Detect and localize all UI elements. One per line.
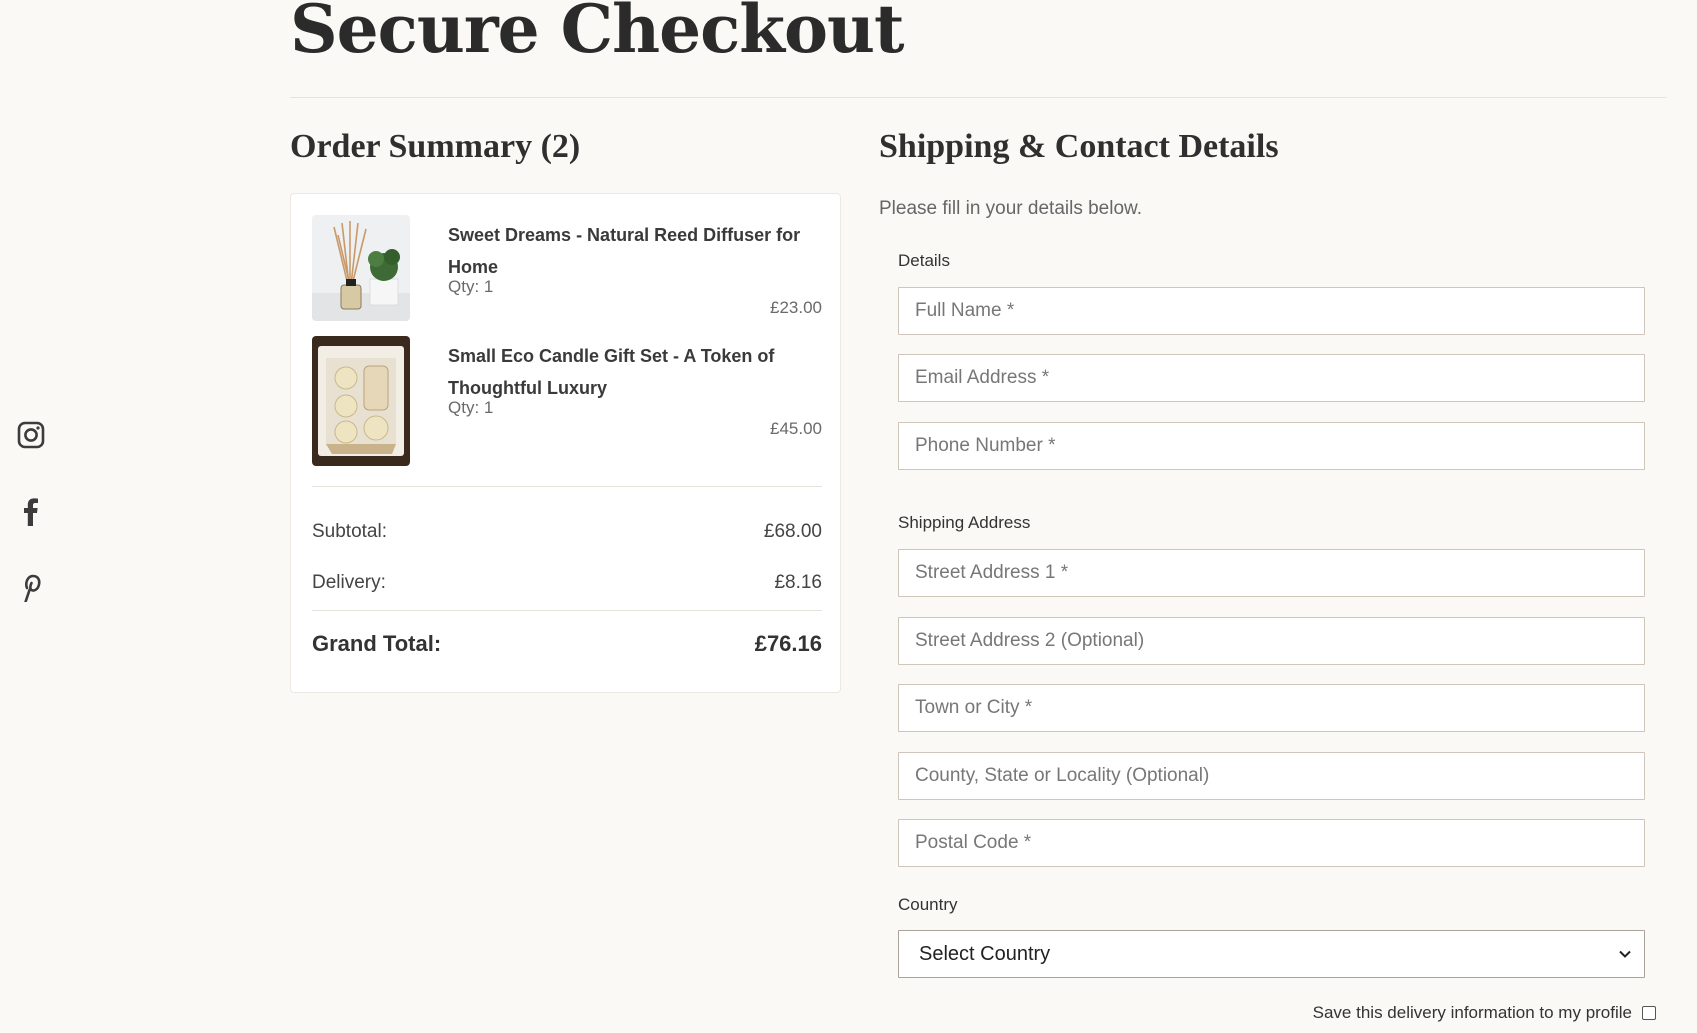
social-bar xyxy=(14,420,48,602)
summary-divider xyxy=(312,610,822,611)
grand-total-label: Grand Total: xyxy=(312,631,442,656)
cart-item: Sweet Dreams - Natural Reed Diffuser for… xyxy=(312,215,822,325)
grand-total-value: £76.16 xyxy=(754,631,822,656)
shipping-instructions: Please fill in your details below. xyxy=(879,198,1142,219)
item-price: £23.00 xyxy=(770,298,822,317)
subtotal-label: Subtotal: xyxy=(312,521,387,542)
email-input[interactable] xyxy=(898,354,1645,402)
country-label: Country xyxy=(898,895,958,914)
item-qty: Qty: 1 xyxy=(448,277,494,296)
street-address-1-input[interactable] xyxy=(898,549,1645,597)
chevron-down-icon xyxy=(1619,950,1631,958)
reed-diffuser-image xyxy=(312,215,410,321)
country-select-value: Select Country xyxy=(919,942,1051,965)
subtotal-value: £68.00 xyxy=(763,521,822,542)
save-delivery-label: Save this delivery information to my pro… xyxy=(1312,1003,1632,1022)
postal-code-input[interactable] xyxy=(898,819,1645,867)
country-select[interactable]: Select Country xyxy=(898,930,1645,978)
shipping-title: Shipping & Contact Details xyxy=(879,128,1279,165)
street-address-2-input[interactable] xyxy=(898,617,1645,665)
full-name-input[interactable] xyxy=(898,287,1645,335)
facebook-icon[interactable] xyxy=(14,496,48,526)
title-divider xyxy=(290,97,1666,98)
details-label: Details xyxy=(898,251,950,270)
save-delivery-checkbox[interactable] xyxy=(1642,1006,1656,1020)
item-name[interactable]: Sweet Dreams - Natural Reed Diffuser for… xyxy=(448,219,818,283)
item-price: £45.00 xyxy=(770,419,822,438)
subtotal-row: Subtotal: £68.00 xyxy=(312,521,822,543)
delivery-label: Delivery: xyxy=(312,572,386,593)
town-city-input[interactable] xyxy=(898,684,1645,732)
county-input[interactable] xyxy=(898,752,1645,800)
grand-total-row: Grand Total: £76.16 xyxy=(312,631,822,657)
order-summary-card: Sweet Dreams - Natural Reed Diffuser for… xyxy=(290,193,841,693)
candle-gift-set-image xyxy=(312,336,410,466)
item-qty: Qty: 1 xyxy=(448,398,494,417)
order-summary-title: Order Summary (2) xyxy=(290,128,581,165)
item-name[interactable]: Small Eco Candle Gift Set - A Token of T… xyxy=(448,340,818,404)
summary-divider xyxy=(312,486,822,487)
phone-input[interactable] xyxy=(898,422,1645,470)
delivery-value: £8.16 xyxy=(774,572,822,593)
page-title: Secure Checkout xyxy=(290,0,904,68)
save-delivery-row: Save this delivery information to my pro… xyxy=(1313,1003,1656,1023)
instagram-icon[interactable] xyxy=(14,420,48,450)
cart-item: Small Eco Candle Gift Set - A Token of T… xyxy=(312,336,822,468)
delivery-row: Delivery: £8.16 xyxy=(312,572,822,594)
pinterest-icon[interactable] xyxy=(14,572,48,602)
shipping-address-label: Shipping Address xyxy=(898,513,1031,532)
